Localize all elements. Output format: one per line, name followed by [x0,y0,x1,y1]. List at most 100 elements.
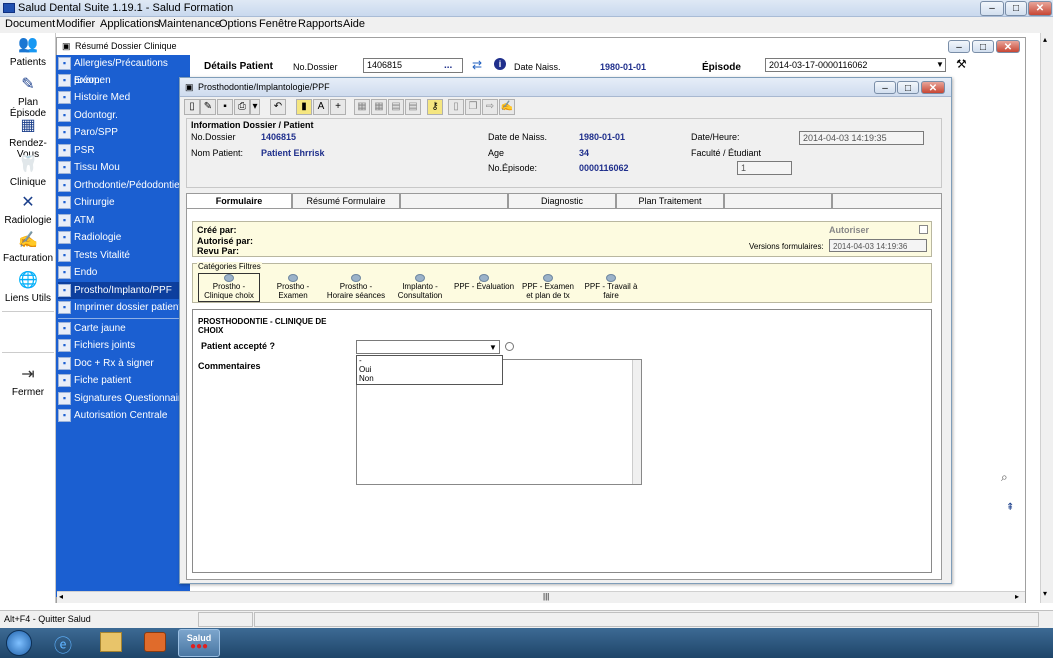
cat-prostho-horaire[interactable]: Prostho - Horaire séances [325,274,387,302]
add-icon[interactable]: + [330,99,346,115]
nav-imprimer[interactable]: ▪ Imprimer dossier patient [58,299,188,316]
nav-chirurgie[interactable]: ▪ Chirurgie [58,194,188,211]
export-icon[interactable]: ⇨ [482,99,498,115]
nav-allergies[interactable]: ▪ Allergies/Précautions préop. [58,55,188,86]
episode-select[interactable]: 2014-03-17-0000116062 [765,58,946,72]
font-icon[interactable]: A [313,99,329,115]
radio-option[interactable] [505,342,514,351]
tab-blank-3[interactable] [832,193,942,209]
undo-icon[interactable]: ↶ [270,99,286,115]
scroll-thumb[interactable]: ||| [543,592,549,601]
collapse-icon[interactable]: ⇞ [1006,502,1014,513]
nav-tests-vitalite[interactable]: ▪ Tests Vitalité [58,247,188,264]
menu-modifier[interactable]: Modifier [56,18,95,30]
clinique-button[interactable]: 🦷 Clinique [0,155,56,188]
fermer-button[interactable]: ⇥ Fermer [0,365,56,398]
key-icon[interactable]: ⚷ [427,99,443,115]
chevron-down-icon[interactable]: ▼ [489,343,497,352]
outer-close-button[interactable]: ✕ [996,40,1020,53]
option-dash[interactable]: - [359,356,502,365]
cat-ppf-examen[interactable]: PPF - Examen et plan de tx [519,274,577,302]
tab-plan-traitement[interactable]: Plan Traitement [616,193,724,209]
menu-applications[interactable]: Applications [100,18,159,30]
option-oui[interactable]: Oui [359,365,502,374]
cat-implanto-consultation[interactable]: Implanto - Consultation [391,274,449,302]
menu-fenetre[interactable]: Fenêtre [259,18,297,30]
media-icon[interactable] [144,632,166,652]
scroll-right-icon[interactable]: ▸ [1015,592,1019,601]
nav-autorisation[interactable]: ▪ Autorisation Centrale [58,407,188,424]
scroll-up-icon[interactable]: ▴ [1043,35,1047,44]
start-button[interactable] [6,630,32,656]
nav-fichiers-joints[interactable]: ▪ Fichiers joints [58,337,188,354]
facturation-button[interactable]: ✍ Facturation [0,231,56,264]
doc-icon[interactable]: ▯ [448,99,464,115]
menu-options[interactable]: Options [219,18,257,30]
nav-atm[interactable]: ▪ ATM [58,212,188,229]
cat-ppf-evaluation[interactable]: PPF - Évaluation [451,274,517,302]
cat-ppf-travail[interactable]: PPF - Travail à faire [579,274,643,302]
minimize-button[interactable]: – [980,1,1004,16]
outer-maximize-button[interactable]: □ [972,40,994,53]
scroll-left-icon[interactable]: ◂ [59,592,63,601]
dossier-lookup-button[interactable]: ... [444,60,452,71]
vertical-scrollbar[interactable]: ▴ ▾ [1040,33,1053,603]
versions-field[interactable]: 2014-04-03 14:19:36 [829,239,927,252]
nav-radiologie[interactable]: ▪ Radiologie [58,229,188,246]
sign-icon[interactable]: ✍ [499,99,515,115]
tool-c-icon[interactable]: ▤ [388,99,404,115]
menu-maintenance[interactable]: Maintenance [158,18,221,30]
tool-d-icon[interactable]: ▤ [405,99,421,115]
maximize-button[interactable]: □ [1005,1,1027,16]
refresh-icon[interactable]: ⇄ [472,58,482,72]
print-icon[interactable]: ⎙ [234,99,250,115]
search-icon[interactable]: ⌕ [1001,470,1008,485]
cat-prostho-clinique[interactable]: Prostho - Clinique choix [198,273,260,302]
nav-tissu-mou[interactable]: ▪ Tissu Mou [58,159,188,176]
chevron-down-icon[interactable]: ▼ [936,60,944,69]
nav-fiche-patient[interactable]: ▪ Fiche patient [58,372,188,389]
inner-minimize-button[interactable]: – [874,81,896,94]
nav-paro-spp[interactable]: ▪ Paro/SPP [58,124,188,141]
bookmark-icon[interactable]: ▮ [296,99,312,115]
edit-icon[interactable]: ✎ [200,99,216,115]
tab-diagnostic[interactable]: Diagnostic [508,193,616,209]
scroll-down-icon[interactable]: ▾ [1043,589,1047,598]
copy-icon[interactable]: ❐ [465,99,481,115]
cat-prostho-examen[interactable]: Prostho - Examen [263,274,323,302]
tool-a-icon[interactable]: ▦ [354,99,370,115]
print-dropdown-icon[interactable]: ▾ [250,99,260,115]
option-non[interactable]: Non [359,374,502,383]
rendez-vous-button[interactable]: ▦ Rendez-Vous [0,116,56,160]
salud-taskbar-button[interactable]: Salud ●●● [178,629,220,657]
patients-button[interactable]: 👥 Patients [0,35,56,68]
ie-icon[interactable]: ⓔ [54,632,72,658]
tab-blank-1[interactable] [400,193,508,209]
menu-document[interactable]: Document [5,18,55,30]
tab-resume-formulaire[interactable]: Résumé Formulaire [292,193,400,209]
menu-aide[interactable]: Aide [343,18,365,30]
nav-orthodontie[interactable]: ▪ Orthodontie/Pédodontie [58,177,188,194]
nav-examen[interactable]: ▪ Examen [58,72,188,89]
nav-histoire-med[interactable]: ▪ Histoire Med [58,89,188,106]
nav-doc-rx[interactable]: ▪ Doc + Rx à signer [58,355,188,372]
tool-b-icon[interactable]: ▦ [371,99,387,115]
nav-prostho[interactable]: ▪ Prostho/Implanto/PPF [58,282,188,299]
close-button[interactable]: ✕ [1028,1,1052,16]
radiologie-button[interactable]: ✕ Radiologie [0,193,56,226]
inner-close-button[interactable]: ✕ [921,81,945,94]
liens-utils-button[interactable]: 🌐 Liens Utils [0,271,56,304]
nav-psr[interactable]: ▪ PSR [58,142,188,159]
tab-blank-2[interactable] [724,193,832,209]
textarea-scrollbar[interactable] [632,360,641,484]
nav-signatures[interactable]: ▪ Signatures Questionnaire [58,390,188,407]
horizontal-scrollbar[interactable]: ◂ ||| ▸ [57,591,1025,603]
new-icon[interactable]: ▯ [184,99,200,115]
autoriser-checkbox[interactable] [919,225,928,234]
menu-rapports[interactable]: Rapports [298,18,343,30]
save-icon[interactable]: ▪ [217,99,233,115]
nav-odontogr[interactable]: ▪ Odontogr. [58,107,188,124]
outer-minimize-button[interactable]: – [948,40,970,53]
inner-maximize-button[interactable]: □ [897,81,919,94]
episode-tool-icon[interactable]: ⚒ [956,57,967,71]
